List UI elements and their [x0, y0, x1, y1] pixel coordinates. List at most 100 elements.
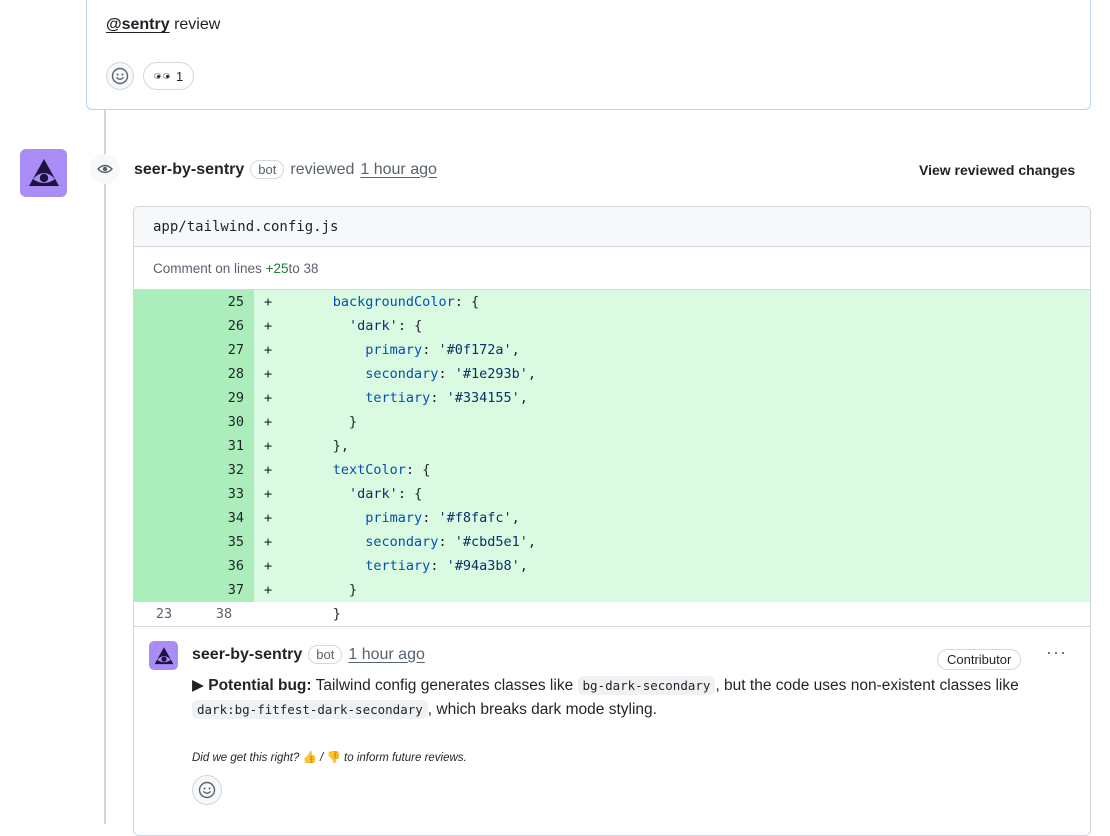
seer-logo-icon — [28, 159, 59, 186]
comment-author-link[interactable]: seer-by-sentry — [192, 646, 302, 664]
review-timestamp-link[interactable]: 1 hour ago — [360, 161, 437, 179]
review-action: reviewed — [290, 160, 355, 178]
comment-lines-start: +25 — [265, 260, 289, 276]
comment-lines-end: 38 — [303, 260, 319, 276]
old-line-number — [134, 530, 194, 554]
diff-sign: + — [264, 318, 273, 334]
diff-line[interactable]: 28 + secondary: '#1e293b', — [134, 362, 1090, 386]
code-text: } — [349, 414, 358, 430]
new-line-number: 38 — [215, 606, 233, 622]
seer-avatar-small[interactable] — [149, 641, 178, 670]
code-text: secondary: '#cbd5e1', — [365, 534, 536, 550]
old-line-number — [134, 410, 194, 434]
diff-line[interactable]: 35 + secondary: '#cbd5e1', — [134, 530, 1090, 554]
eyes-emoji-icon — [154, 73, 170, 79]
review-author-link[interactable]: seer-by-sentry — [134, 161, 244, 179]
comment-text-3: , which breaks dark mode styling. — [427, 701, 657, 718]
code-string: '#cbd5e1' — [454, 534, 528, 550]
code-string: '#334155' — [446, 390, 520, 406]
feedback-prompt: Did we get this right? 👍 / 👎 to inform f… — [192, 750, 467, 764]
old-line-number — [134, 362, 194, 386]
smiley-icon — [198, 781, 216, 799]
code-property: primary — [365, 510, 423, 526]
new-line-number: 30 — [194, 410, 254, 434]
comment-lines-label: Comment on lines +25 to 38 — [134, 247, 1090, 289]
review-header: seer-by-sentry bot reviewed 1 hour ago — [134, 160, 437, 179]
user-mention-link[interactable]: @sentry — [106, 16, 170, 33]
diff-sign: + — [264, 582, 273, 598]
review-comment: seer-by-sentry bot 1 hour ago Contributo… — [134, 626, 1090, 826]
old-line-number — [134, 290, 194, 314]
seer-avatar[interactable] — [20, 149, 67, 197]
bot-badge: bot — [250, 160, 285, 179]
diff-line[interactable]: 31 + }, — [134, 434, 1090, 458]
contributor-badge: Contributor — [937, 649, 1022, 670]
diff-line[interactable]: 29 + tertiary: '#334155', — [134, 386, 1090, 410]
diff-line[interactable]: 30 + } — [134, 410, 1090, 434]
diff-sign: + — [264, 390, 273, 406]
old-line-number: 23 — [155, 606, 173, 622]
code-text: tertiary: '#334155', — [365, 390, 528, 406]
code-text: 'dark': { — [349, 318, 423, 334]
code-property: tertiary — [365, 558, 431, 574]
code-string: 'dark' — [349, 486, 398, 502]
more-options-button[interactable]: ··· — [1046, 642, 1067, 663]
eye-icon — [97, 164, 113, 174]
new-line-number: 36 — [194, 554, 254, 578]
diff-line[interactable]: 25 + backgroundColor: { — [134, 290, 1090, 314]
new-line-number: 32 — [194, 458, 254, 482]
new-line-number: 26 — [194, 314, 254, 338]
reaction-count: 1 — [176, 68, 184, 84]
new-line-number: 35 — [194, 530, 254, 554]
comment-timestamp-link[interactable]: 1 hour ago — [348, 646, 425, 664]
new-line-number: 29 — [194, 386, 254, 410]
comment-title: Potential bug: — [208, 677, 312, 694]
new-line-number: 37 — [194, 578, 254, 602]
diff-sign: + — [264, 462, 273, 478]
review-eye-badge — [90, 154, 120, 184]
view-reviewed-changes-link[interactable]: View reviewed changes — [919, 162, 1075, 178]
feedback-suffix: to inform future reviews. — [340, 752, 467, 764]
previous-comment-card: @sentry review 1 — [86, 0, 1091, 110]
code-string: '#94a3b8' — [446, 558, 520, 574]
new-line-number: 25 — [194, 290, 254, 314]
diff-table: 25 + backgroundColor: {26 + 'dark': {27 + p… — [134, 289, 1090, 626]
new-line-number: 34 — [194, 506, 254, 530]
timeline-line — [104, 110, 106, 824]
feedback-prefix: Did we get this right? — [192, 752, 303, 764]
diff-line[interactable]: 33 + 'dark': { — [134, 482, 1090, 506]
diff-line[interactable]: 27 + primary: '#0f172a', — [134, 338, 1090, 362]
code-text: backgroundColor: { — [332, 294, 480, 310]
add-reaction-button[interactable] — [192, 775, 222, 805]
code-text: } — [332, 606, 341, 622]
old-line-number — [134, 554, 194, 578]
code-string: '#0f172a' — [438, 342, 512, 358]
code-string: '#1e293b' — [454, 366, 528, 382]
code-text: tertiary: '#94a3b8', — [365, 558, 528, 574]
code-string: 'dark' — [349, 318, 398, 334]
old-line-number — [134, 386, 194, 410]
eyes-reaction-button[interactable]: 1 — [143, 62, 195, 90]
diff-line[interactable]: 32 + textColor: { — [134, 458, 1090, 482]
expand-details-marker[interactable]: ▶ — [192, 677, 208, 694]
old-line-number — [134, 434, 194, 458]
diff-line[interactable]: 36 + tertiary: '#94a3b8', — [134, 554, 1090, 578]
add-reaction-button[interactable] — [106, 62, 134, 90]
file-path-link[interactable]: app/tailwind.config.js — [153, 219, 338, 235]
code-property: secondary — [365, 366, 439, 382]
review-file-box: app/tailwind.config.js Comment on lines … — [133, 206, 1091, 836]
new-line-number: 27 — [194, 338, 254, 362]
bot-badge: bot — [308, 645, 343, 664]
code-text: } — [349, 582, 358, 598]
diff-sign: + — [264, 534, 273, 550]
old-line-number — [134, 314, 194, 338]
inline-code: bg-dark-secondary — [577, 676, 716, 695]
diff-line[interactable]: 34 + primary: '#f8fafc', — [134, 506, 1090, 530]
new-line-number: 33 — [194, 482, 254, 506]
file-path-header: app/tailwind.config.js — [134, 207, 1090, 247]
diff-line[interactable]: 26 + 'dark': { — [134, 314, 1090, 338]
feedback-separator: / — [316, 752, 327, 764]
diff-line[interactable]: 23 38 } — [134, 602, 1090, 626]
code-text: secondary: '#1e293b', — [365, 366, 536, 382]
diff-line[interactable]: 37 + } — [134, 578, 1090, 602]
